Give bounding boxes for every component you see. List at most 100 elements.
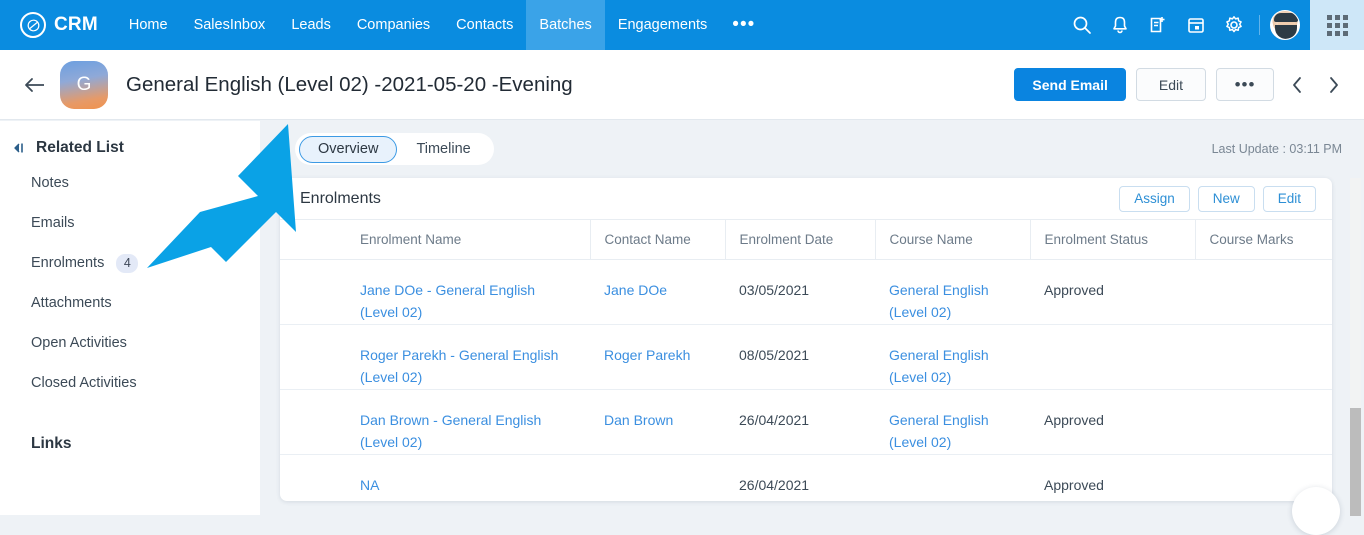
cell-course-marks (1195, 259, 1332, 325)
cell-course-name[interactable]: General English (Level 02) (889, 412, 989, 450)
nav-item-contacts[interactable]: Contacts (443, 0, 526, 50)
cell-enrolment-status (1030, 324, 1195, 390)
nav-item-companies[interactable]: Companies (344, 0, 443, 50)
cell-enrolment-name[interactable]: Roger Parekh - General English (Level 02… (360, 347, 558, 385)
chat-fab-button[interactable] (1292, 487, 1340, 535)
more-actions-button[interactable]: ••• (1216, 68, 1274, 101)
tab-pill-group: Overview Timeline (295, 133, 494, 165)
content-area: Overview Timeline Last Update : 03:11 PM… (260, 121, 1364, 535)
calendar-icon[interactable] (1177, 0, 1215, 50)
sidebar-item-notes[interactable]: Notes (0, 169, 260, 197)
cell-enrolment-date: 08/05/2021 (725, 324, 875, 390)
nav-item-leads[interactable]: Leads (278, 0, 344, 50)
cell-contact-name[interactable]: Roger Parekh (604, 347, 690, 363)
enrolments-table: Enrolment Name Contact Name Enrolment Da… (280, 220, 1332, 501)
sidebar-links-title: Links (31, 435, 72, 452)
edit-button[interactable]: Edit (1135, 68, 1206, 101)
nav-item-engagements[interactable]: Engagements (605, 0, 720, 50)
vertical-scrollbar-thumb[interactable] (1350, 408, 1361, 516)
edit-record-button[interactable]: Edit (1262, 185, 1316, 212)
sidebar-item-attachments[interactable]: Attachments (0, 289, 260, 317)
sidebar-item-label: Attachments (31, 295, 112, 311)
cell-enrolment-date: 26/04/2021 (725, 389, 875, 455)
record-header: G General English (Level 02) -2021-05-20… (0, 50, 1364, 120)
avatar[interactable] (1270, 10, 1300, 40)
tab-timeline[interactable]: Timeline (397, 136, 489, 163)
card-header: Enrolments Assign New Edit (280, 178, 1332, 220)
column-header-enrolment-name[interactable]: Enrolment Name (280, 220, 590, 260)
cell-enrolment-name[interactable]: Dan Brown - General English (Level 02) (360, 412, 541, 450)
cell-course-name[interactable]: General English (Level 02) (889, 347, 989, 385)
chevron-left-icon[interactable] (1284, 70, 1310, 100)
column-header-course-marks[interactable]: Course Marks (1194, 220, 1332, 260)
tab-overview[interactable]: Overview (299, 135, 398, 163)
card-title: Enrolments (300, 189, 381, 207)
gear-icon[interactable] (1215, 0, 1253, 50)
nav-item-salesinbox[interactable]: SalesInbox (181, 0, 279, 50)
cell-enrolment-date: 03/05/2021 (725, 259, 875, 325)
back-arrow-icon[interactable] (22, 72, 48, 98)
cell-enrolment-status: Approved (1030, 389, 1195, 455)
table-header: Enrolment Name Contact Name Enrolment Da… (280, 220, 1332, 260)
nav-divider (1259, 15, 1260, 35)
table-row[interactable]: Jane DOe - General English (Level 02) Ja… (280, 259, 1332, 325)
table-row[interactable]: Dan Brown - General English (Level 02) D… (280, 389, 1332, 455)
nav-item-home[interactable]: Home (116, 0, 181, 50)
nav-item-batches[interactable]: Batches (526, 0, 605, 50)
collapse-panel-icon[interactable] (12, 141, 26, 155)
new-button[interactable]: New (1197, 185, 1255, 212)
sidebar-item-label: Open Activities (31, 335, 127, 351)
brand-name: CRM (54, 14, 98, 35)
body-wrapper: Related List Notes Emails Enrolments 4 A… (0, 121, 1364, 535)
cell-enrolment-status: Approved (1030, 259, 1195, 325)
note-add-icon[interactable] (1139, 0, 1177, 50)
sidebar-item-label: Emails (31, 215, 75, 231)
tab-bar: Overview Timeline Last Update : 03:11 PM (260, 121, 1364, 177)
column-header-contact-name[interactable]: Contact Name (589, 220, 725, 260)
brand-logo[interactable]: CRM (0, 0, 116, 50)
column-header-enrolment-date[interactable]: Enrolment Date (724, 220, 875, 260)
cell-enrolment-date: 26/04/2021 (725, 454, 875, 501)
column-header-course-name[interactable]: Course Name (874, 220, 1030, 260)
record-avatar: G (60, 60, 108, 109)
assign-button[interactable]: Assign (1119, 185, 1190, 212)
bell-icon[interactable] (1101, 0, 1139, 50)
card-buttons: Assign New Edit (1119, 185, 1316, 212)
sidebar-title: Related List (36, 139, 124, 156)
chevron-right-icon[interactable] (1320, 70, 1346, 100)
avatar-beard (1275, 25, 1297, 39)
avatar-hat (1274, 13, 1298, 22)
sidebar-item-emails[interactable]: Emails (0, 209, 260, 237)
sidebar-header: Related List (0, 121, 260, 157)
sidebar-item-enrolments[interactable]: Enrolments 4 (0, 249, 260, 277)
nav-items: Home SalesInbox Leads Companies Contacts… (116, 0, 767, 50)
table-body: Jane DOe - General English (Level 02) Ja… (280, 259, 1332, 501)
record-actions: Send Email Edit ••• (1014, 68, 1364, 101)
apps-grid-icon[interactable] (1310, 0, 1364, 50)
cell-enrolment-status: Approved (1030, 454, 1195, 501)
page-title: General English (Level 02) -2021-05-20 -… (126, 72, 573, 96)
cell-course-marks (1195, 389, 1332, 455)
cell-contact-name[interactable]: Dan Brown (604, 412, 673, 428)
cell-course-name[interactable]: General English (Level 02) (889, 282, 989, 320)
sidebar-item-open-activities[interactable]: Open Activities (0, 329, 260, 357)
send-email-button[interactable]: Send Email (1014, 68, 1126, 101)
enrolments-card: Enrolments Assign New Edit Enrolment Nam… (280, 178, 1332, 501)
sidebar-item-closed-activities[interactable]: Closed Activities (0, 369, 260, 397)
apps-grid-dots (1326, 14, 1348, 36)
cell-contact-name[interactable]: Jane DOe (604, 282, 667, 298)
table-row[interactable]: NA 26/04/2021 Approved (280, 454, 1332, 501)
nav-more-icon[interactable]: ••• (720, 0, 767, 50)
sidebar-item-badge: 4 (116, 253, 139, 273)
sidebar-item-label: Closed Activities (31, 375, 137, 391)
related-list-sidebar: Related List Notes Emails Enrolments 4 A… (0, 121, 260, 515)
cell-course-marks (1195, 324, 1332, 390)
top-navigation-bar: CRM Home SalesInbox Leads Companies Cont… (0, 0, 1364, 50)
column-header-enrolment-status[interactable]: Enrolment Status (1029, 220, 1195, 260)
cell-enrolment-name[interactable]: NA (360, 477, 379, 493)
table-row[interactable]: Roger Parekh - General English (Level 02… (280, 324, 1332, 390)
horizontal-scrollbar[interactable] (280, 508, 1332, 515)
nav-right-icons (1063, 0, 1364, 50)
cell-enrolment-name[interactable]: Jane DOe - General English (Level 02) (360, 282, 535, 320)
search-icon[interactable] (1063, 0, 1101, 50)
